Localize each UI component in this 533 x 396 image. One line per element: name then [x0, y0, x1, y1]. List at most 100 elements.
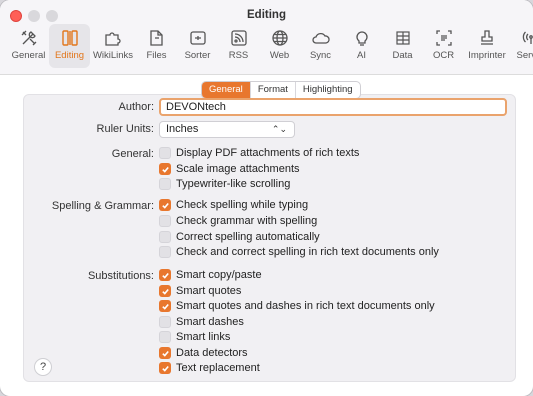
option-label: Check grammar with spelling [176, 215, 318, 227]
toolbar-item-sync[interactable]: Sync [300, 24, 341, 68]
option-label: Smart dashes [176, 316, 244, 328]
option-display-pdf-attachments[interactable]: Display PDF attachments of rich texts [159, 147, 359, 159]
tab-general[interactable]: General [202, 82, 251, 98]
rss-icon [229, 28, 249, 48]
option-label: Typewriter-like scrolling [176, 178, 291, 190]
checkbox[interactable] [159, 316, 171, 328]
option-label: Text replacement [176, 362, 260, 374]
toolbar-item-ai[interactable]: AI [341, 24, 382, 68]
option-check-grammar[interactable]: Check grammar with spelling [159, 215, 317, 227]
option-label: Correct spelling automatically [176, 231, 320, 243]
ocr-icon [434, 28, 454, 48]
option-label: Smart quotes [176, 285, 242, 297]
option-smart-copy-paste[interactable]: Smart copy/paste [159, 269, 262, 281]
toolbar-label: RSS [228, 50, 249, 61]
window-title: Editing [247, 9, 286, 21]
tab-highlighting[interactable]: Highlighting [296, 82, 360, 98]
toolbar-item-ocr[interactable]: OCR [423, 24, 464, 68]
toolbar-item-web[interactable]: Web [259, 24, 300, 68]
titlebar: Editing General Editing WikiLinks Files … [0, 0, 533, 75]
puzzle-icon [103, 28, 123, 48]
cloud-icon [311, 28, 331, 48]
option-smart-dashes[interactable]: Smart dashes [159, 316, 244, 328]
author-field[interactable] [159, 98, 507, 116]
toolbar-item-server[interactable]: Server [510, 24, 533, 68]
help-button[interactable]: ? [34, 358, 52, 376]
checkbox[interactable] [159, 199, 171, 211]
toolbar-label: Server [516, 50, 533, 61]
checkbox[interactable] [159, 163, 171, 175]
option-data-detectors[interactable]: Data detectors [159, 347, 248, 359]
option-spelling-rich-text-only[interactable]: Check and correct spelling in rich text … [159, 246, 439, 258]
tab-bar: General Format Highlighting [201, 81, 361, 99]
option-label: Scale image attachments [176, 163, 300, 175]
checkbox[interactable] [159, 215, 171, 227]
toolbar-item-sorter[interactable]: Sorter [177, 24, 218, 68]
checkbox[interactable] [159, 269, 171, 281]
option-label: Check spelling while typing [176, 199, 309, 211]
globe-icon [270, 28, 290, 48]
option-label: Smart copy/paste [176, 269, 262, 281]
checkbox[interactable] [159, 362, 171, 374]
spelling-section-label: Spelling & Grammar: [51, 200, 154, 212]
ruler-units-label: Ruler Units: [96, 123, 154, 135]
checkmark-icon [161, 303, 169, 310]
toolbar-label: OCR [432, 50, 455, 61]
toolbar-label: AI [357, 50, 366, 61]
ruler-units-value: Inches [166, 123, 199, 135]
author-label: Author: [118, 101, 154, 113]
toolbar-item-rss[interactable]: RSS [218, 24, 259, 68]
tools-icon [19, 28, 39, 48]
checkbox[interactable] [159, 331, 171, 343]
broadcast-icon [521, 28, 533, 48]
option-correct-spelling-automatically[interactable]: Correct spelling automatically [159, 231, 320, 243]
toolbar-label: Files [146, 50, 167, 61]
checkmark-icon [161, 288, 169, 295]
checkbox[interactable] [159, 347, 171, 359]
sorter-icon [188, 28, 208, 48]
option-smart-quotes[interactable]: Smart quotes [159, 285, 241, 297]
option-scale-image-attachments[interactable]: Scale image attachments [159, 163, 300, 175]
substitutions-section-label: Substitutions: [87, 270, 154, 282]
preferences-window: Editing General Editing WikiLinks Files … [0, 0, 533, 396]
toolbar-label: Web [269, 50, 290, 61]
option-smart-quotes-dashes-rich-text[interactable]: Smart quotes and dashes in rich text doc… [159, 300, 435, 312]
toolbar-label: Sync [309, 50, 332, 61]
chevron-updown-icon: ⌃⌄ [271, 124, 287, 134]
checkbox[interactable] [159, 231, 171, 243]
editing-icon [60, 28, 80, 48]
option-typewriter-scrolling[interactable]: Typewriter-like scrolling [159, 178, 290, 190]
lightbulb-icon [352, 28, 372, 48]
preferences-toolbar: General Editing WikiLinks Files Sorter R… [8, 24, 533, 70]
checkmark-icon [161, 202, 169, 209]
checkmark-icon [161, 166, 169, 173]
stamp-icon [477, 28, 497, 48]
option-check-spelling-while-typing[interactable]: Check spelling while typing [159, 199, 308, 211]
checkbox[interactable] [159, 178, 171, 190]
toolbar-label: Imprinter [468, 50, 506, 61]
option-label: Smart links [176, 331, 231, 343]
toolbar-item-imprinter[interactable]: Imprinter [464, 24, 510, 68]
tab-format[interactable]: Format [251, 82, 296, 98]
ruler-units-select[interactable]: Inches ⌃⌄ [159, 121, 295, 138]
toolbar-item-wikilinks[interactable]: WikiLinks [90, 24, 136, 68]
toolbar-item-editing[interactable]: Editing [49, 24, 90, 68]
toolbar-item-general[interactable]: General [8, 24, 49, 68]
checkbox[interactable] [159, 246, 171, 258]
checkmark-icon [161, 350, 169, 357]
toolbar-label: WikiLinks [92, 50, 134, 61]
toolbar-label: Data [392, 50, 413, 61]
checkbox[interactable] [159, 285, 171, 297]
checkmark-icon [161, 272, 169, 279]
general-section-label: General: [111, 148, 154, 160]
option-smart-links[interactable]: Smart links [159, 331, 230, 343]
toolbar-label: General [11, 50, 46, 61]
checkbox[interactable] [159, 147, 171, 159]
toolbar-item-files[interactable]: Files [136, 24, 177, 68]
option-text-replacement[interactable]: Text replacement [159, 362, 260, 374]
option-label: Data detectors [176, 347, 248, 359]
toolbar-item-data[interactable]: Data [382, 24, 423, 68]
toolbar-label: Sorter [184, 50, 211, 61]
option-label: Check and correct spelling in rich text … [176, 246, 439, 258]
checkbox[interactable] [159, 300, 171, 312]
